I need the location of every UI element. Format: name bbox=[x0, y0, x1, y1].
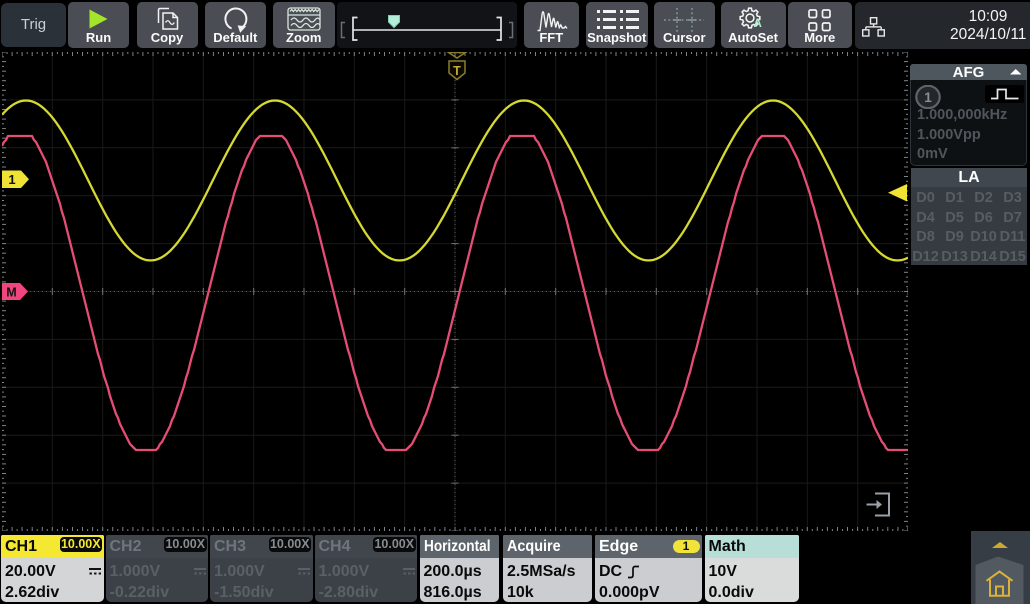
svg-text:1: 1 bbox=[8, 172, 15, 187]
svg-text:T: T bbox=[453, 64, 461, 78]
svg-text:M: M bbox=[6, 285, 16, 299]
svg-text:1: 1 bbox=[924, 89, 932, 104]
